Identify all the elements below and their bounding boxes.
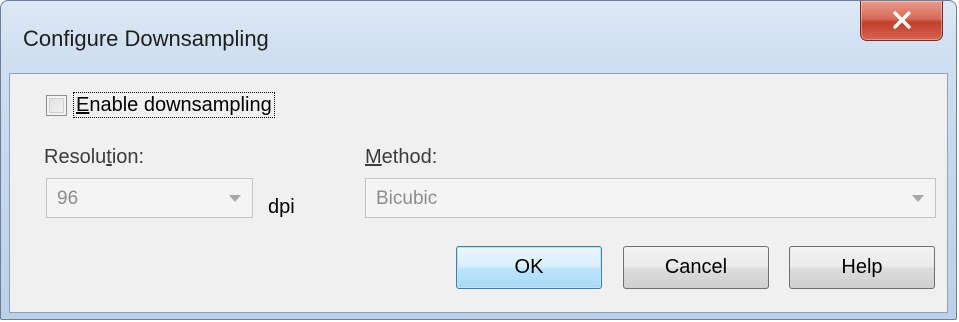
method-label-accelerator: M	[365, 146, 382, 168]
method-label: Method:	[365, 146, 437, 169]
chevron-down-icon	[229, 195, 241, 202]
help-button[interactable]: Help	[789, 246, 935, 289]
resolution-value: 96	[57, 188, 79, 209]
dialog-window: Configure Downsampling Enable downsampli…	[0, 0, 957, 320]
title-bar[interactable]: Configure Downsampling	[1, 1, 956, 73]
dialog-title: Configure Downsampling	[23, 26, 269, 51]
enable-downsampling-label-text: nable downsampling	[89, 94, 272, 116]
enable-downsampling-checkbox[interactable]	[46, 94, 67, 116]
resolution-unit: dpi	[268, 196, 295, 218]
method-label-text: ethod:	[381, 146, 438, 168]
ok-button[interactable]: OK	[456, 246, 602, 289]
resolution-label: Resolution:	[44, 146, 144, 169]
enable-downsampling-accelerator: E	[76, 94, 90, 116]
cancel-button[interactable]: Cancel	[623, 246, 769, 289]
resolution-combobox[interactable]: 96	[46, 178, 253, 218]
enable-downsampling-row[interactable]: Enable downsampling	[46, 92, 275, 118]
resolution-label-end: ion:	[111, 146, 145, 168]
method-value: Bicubic	[376, 188, 438, 209]
resolution-label-start: Resolu	[44, 146, 107, 168]
method-dropdown-button[interactable]	[901, 179, 935, 217]
resolution-dropdown-button[interactable]	[218, 179, 252, 217]
dialog-body: Enable downsampling Resolution: 96 dpi M…	[9, 73, 948, 313]
close-icon	[893, 11, 911, 29]
enable-downsampling-label[interactable]: Enable downsampling	[73, 92, 275, 118]
chevron-down-icon	[912, 195, 924, 202]
method-combobox[interactable]: Bicubic	[365, 178, 936, 218]
close-button[interactable]	[860, 1, 943, 41]
